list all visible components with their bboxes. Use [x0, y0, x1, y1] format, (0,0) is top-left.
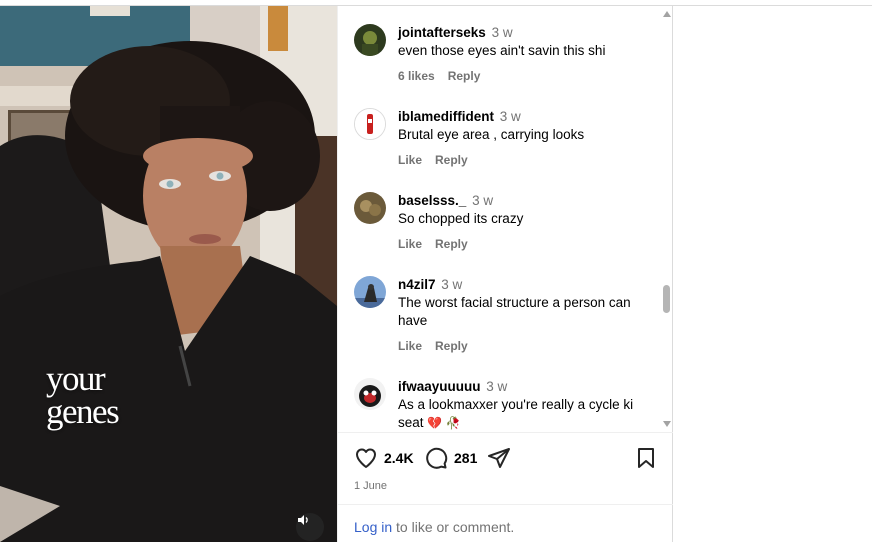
- scrollbar-thumb[interactable]: [663, 285, 670, 313]
- comments-list[interactable]: jointafterseks 3 w even those eyes ain't…: [338, 6, 660, 432]
- reply-button[interactable]: Reply: [435, 153, 468, 167]
- instagram-post-view: your genes jointafterseks 3 w even those…: [0, 0, 872, 542]
- login-link[interactable]: Log in: [354, 519, 392, 535]
- avatar[interactable]: [354, 378, 386, 410]
- comment-action: 281: [424, 446, 477, 470]
- comment-time[interactable]: 3 w: [492, 25, 513, 40]
- comment-time[interactable]: 3 w: [441, 277, 462, 292]
- comment-text: even those eyes ain't savin this shi: [398, 43, 606, 58]
- comment-username[interactable]: n4zil7: [398, 277, 436, 292]
- like-action: 2.4K: [354, 446, 414, 470]
- actions-divider: [338, 432, 673, 433]
- comment-username[interactable]: iblamediffident: [398, 109, 494, 124]
- avatar[interactable]: [354, 276, 386, 308]
- avatar[interactable]: [354, 24, 386, 56]
- speaker-icon: [298, 515, 308, 525]
- share-action: [487, 446, 511, 470]
- reel-video[interactable]: your genes: [0, 6, 337, 542]
- like-count[interactable]: 2.4K: [384, 450, 414, 466]
- comments-scrollbar[interactable]: [660, 6, 674, 432]
- comment-username[interactable]: jointafterseks: [398, 25, 486, 40]
- comments-panel: jointafterseks 3 w even those eyes ain't…: [337, 6, 673, 542]
- login-prompt-text: to like or comment.: [392, 519, 515, 535]
- comment-time[interactable]: 3 w: [472, 193, 493, 208]
- avatar[interactable]: [354, 108, 386, 140]
- comment-emoji: 💔 🥀: [427, 416, 461, 430]
- likes-count[interactable]: 6 likes: [398, 69, 435, 83]
- reply-button[interactable]: Reply: [435, 237, 468, 251]
- mute-button[interactable]: [296, 513, 324, 541]
- comment-text: So chopped its crazy: [398, 211, 524, 226]
- comment-time[interactable]: 3 w: [486, 379, 507, 394]
- comment-count[interactable]: 281: [454, 450, 477, 466]
- comment-username[interactable]: baselsss._: [398, 193, 466, 208]
- login-prompt: Log in to like or comment.: [354, 519, 514, 535]
- comment-username[interactable]: ifwaayuuuuu: [398, 379, 481, 394]
- share-paper-plane-icon[interactable]: [487, 446, 511, 470]
- bookmark-icon[interactable]: [634, 446, 658, 470]
- like-button[interactable]: Like: [398, 153, 422, 167]
- post-actions: 2.4K 281: [354, 446, 658, 472]
- login-divider: [338, 504, 673, 505]
- post-date[interactable]: 1 June: [354, 480, 387, 492]
- comment-text: As a lookmaxxer you're really a cycle ki…: [398, 396, 648, 432]
- comment-bubble-icon[interactable]: [424, 446, 448, 470]
- scroll-down-arrow-icon[interactable]: [663, 421, 671, 427]
- video-frame-image: [0, 6, 337, 542]
- comment-text: The worst facial structure a person can …: [398, 295, 631, 328]
- video-caption-overlay: your genes: [46, 359, 120, 431]
- reply-button[interactable]: Reply: [435, 339, 468, 353]
- like-button[interactable]: Like: [398, 237, 422, 251]
- heart-icon[interactable]: [354, 446, 378, 470]
- comment-time[interactable]: 3 w: [500, 109, 521, 124]
- avatar[interactable]: [354, 192, 386, 224]
- save-action: [634, 446, 658, 470]
- overlay-line-1: your: [46, 359, 106, 398]
- overlay-line-2: genes: [46, 392, 120, 431]
- like-button[interactable]: Like: [398, 339, 422, 353]
- reply-button[interactable]: Reply: [448, 69, 481, 83]
- scroll-up-arrow-icon[interactable]: [663, 11, 671, 17]
- comment-text: Brutal eye area , carrying looks: [398, 127, 585, 142]
